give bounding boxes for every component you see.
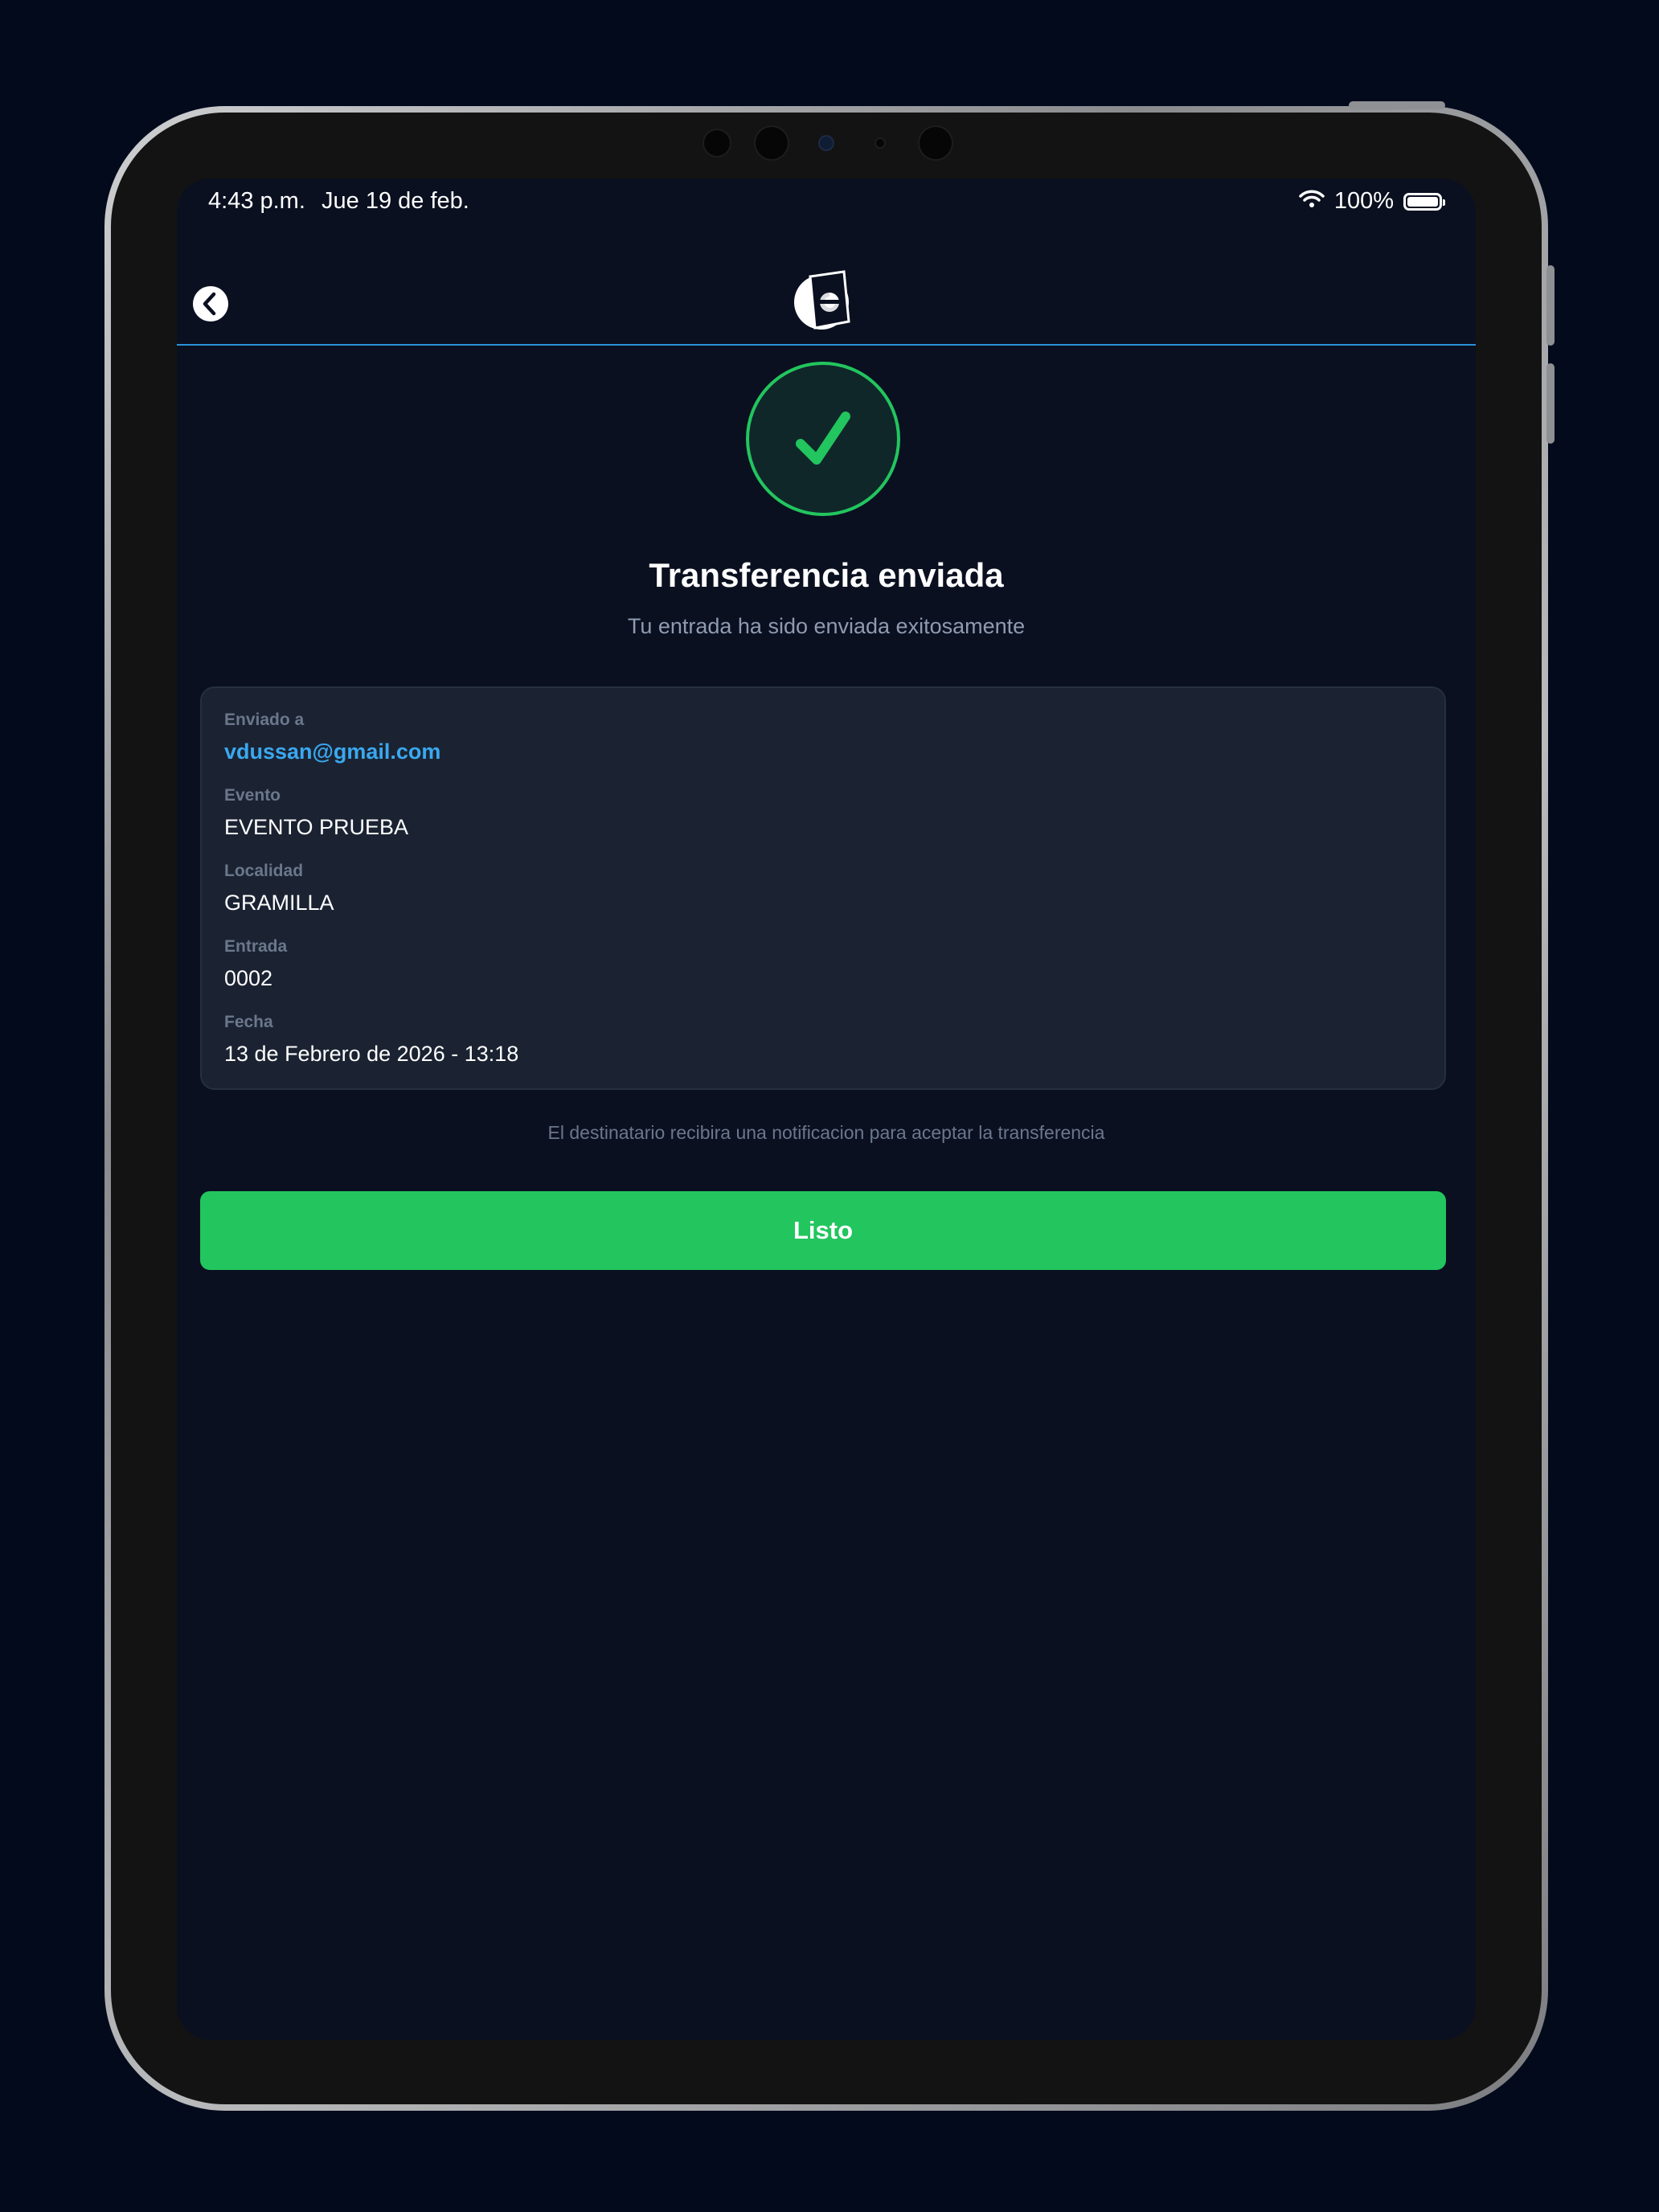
navigation-bar xyxy=(177,223,1476,346)
top-button xyxy=(1349,101,1445,109)
ticket-e-logo xyxy=(794,270,850,330)
success-badge xyxy=(746,362,900,516)
app-screen: 4:43 p.m. Jue 19 de feb. 100% Transferen… xyxy=(177,178,1476,2040)
status-date: Jue 19 de feb. xyxy=(322,188,469,214)
volume-up-button xyxy=(1546,265,1555,346)
wifi-icon xyxy=(1299,188,1325,215)
camera-lens xyxy=(920,127,952,159)
page-title: Transferencia enviada xyxy=(649,556,1004,594)
status-bar: 4:43 p.m. Jue 19 de feb. 100% xyxy=(177,178,1476,223)
sent-to-email: vdussan@gmail.com xyxy=(224,739,441,764)
ticket-label: Entrada xyxy=(224,937,288,956)
back-arrow-icon xyxy=(203,292,216,316)
status-time: 4:43 p.m. xyxy=(208,188,305,214)
event-label: Evento xyxy=(224,786,281,805)
event-value: EVENTO PRUEBA xyxy=(224,815,409,839)
page-subtitle: Tu entrada ha sido enviada exitosamente xyxy=(627,614,1026,638)
battery-percent: 100% xyxy=(1333,188,1394,214)
sensor-dot xyxy=(876,139,884,147)
app-logo xyxy=(791,265,855,334)
battery-icon xyxy=(1403,192,1445,211)
status-indicators: 100% xyxy=(1299,188,1445,215)
volume-down-button xyxy=(1546,363,1555,444)
transfer-details-card: Enviado a vdussan@gmail.com Evento EVENT… xyxy=(200,686,1446,1090)
date-label: Fecha xyxy=(224,1013,273,1031)
recipient-notice: El destinatario recibira una notificacio… xyxy=(547,1122,1105,1143)
location-label: Localidad xyxy=(224,862,304,880)
back-button[interactable] xyxy=(193,286,228,322)
done-button[interactable]: Listo xyxy=(200,1191,1446,1270)
checkmark-icon xyxy=(796,412,850,465)
ticket-value: 0002 xyxy=(224,966,273,990)
sent-to-label: Enviado a xyxy=(224,711,305,729)
sensor-dot xyxy=(704,130,730,156)
front-camera xyxy=(756,127,788,159)
camera-indicator xyxy=(820,137,833,150)
date-value: 13 de Febrero de 2026 - 13:18 xyxy=(224,1042,519,1066)
location-value: GRAMILLA xyxy=(224,891,334,915)
